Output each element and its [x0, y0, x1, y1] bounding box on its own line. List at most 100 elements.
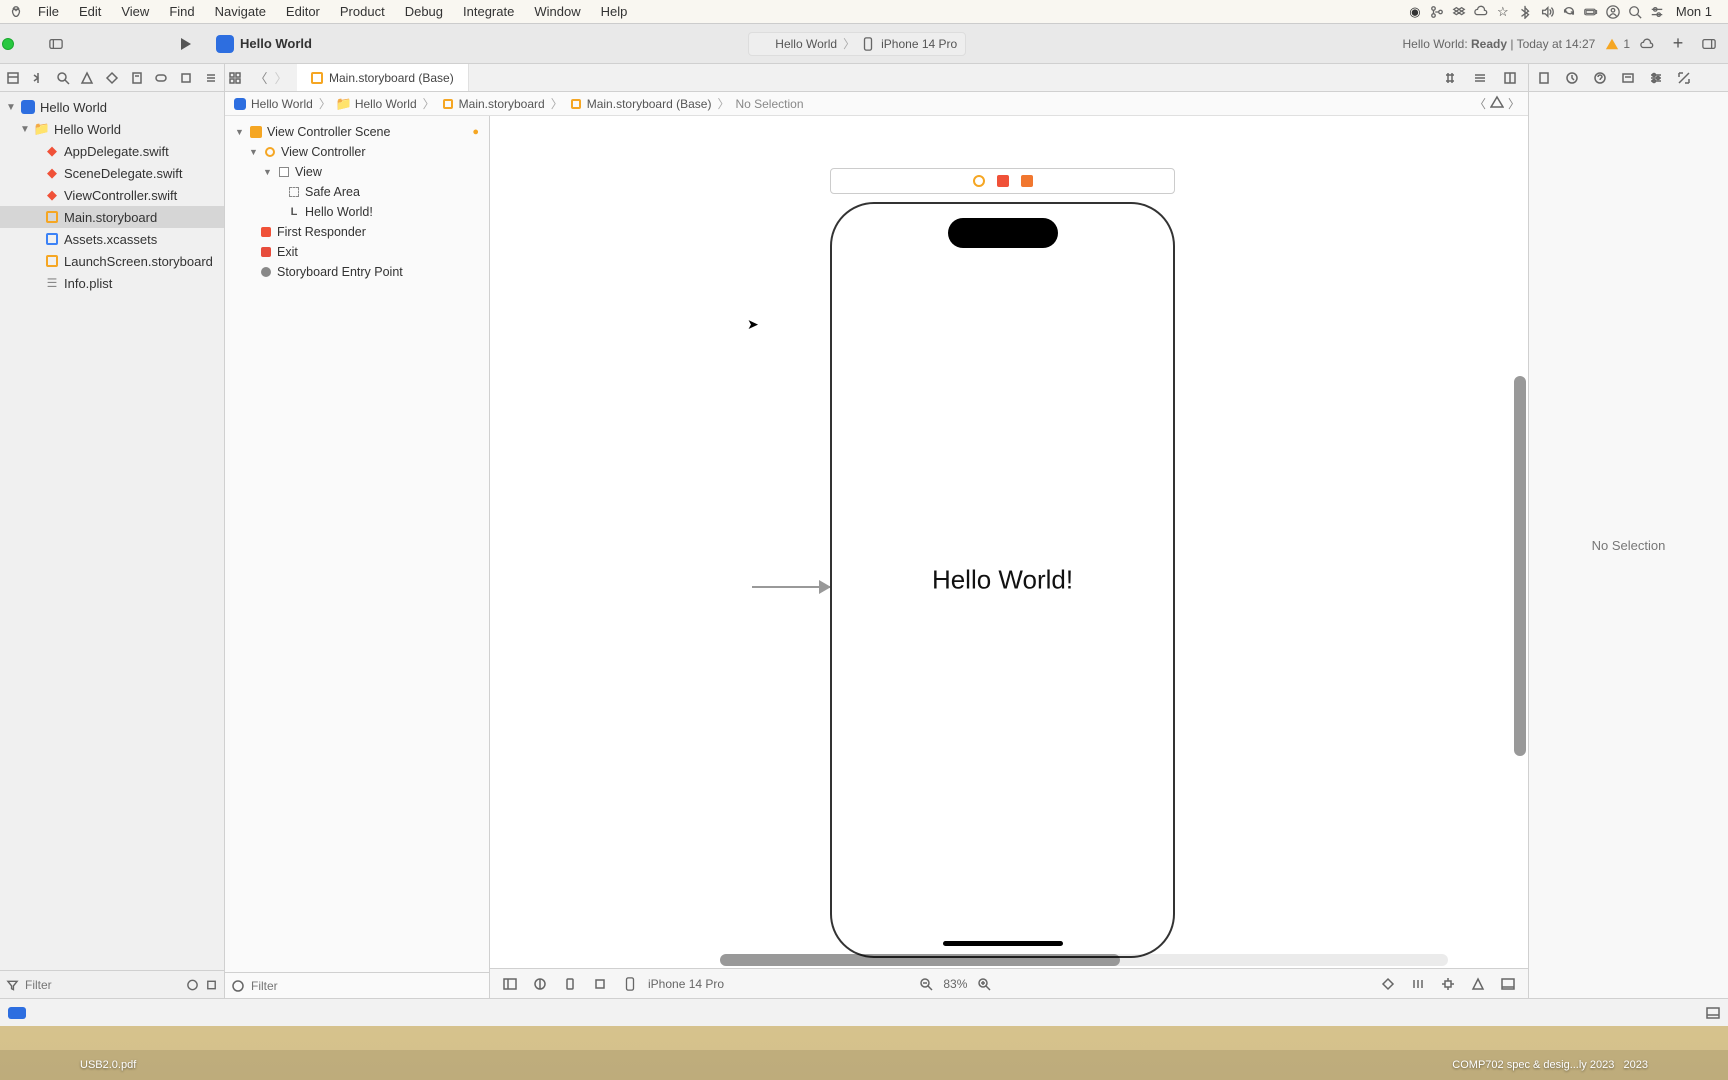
jumpbar-forward-icon[interactable]: 〉	[1508, 95, 1520, 112]
nav-file-mainstoryboard[interactable]: Main.storyboard	[0, 206, 224, 228]
crumb-group[interactable]: Hello World	[355, 97, 417, 111]
dock-item-right1[interactable]: COMP702 spec & desig...ly 2023	[1452, 1059, 1614, 1071]
nav-file-assets[interactable]: Assets.xcassets	[0, 228, 224, 250]
toggle-debug-icon[interactable]	[1706, 1006, 1720, 1020]
toggle-minimap-icon[interactable]	[1438, 71, 1462, 85]
scene-dock[interactable]	[830, 168, 1175, 194]
dock-item-right2[interactable]: 2023	[1624, 1059, 1648, 1071]
menu-file[interactable]: File	[28, 4, 69, 19]
storyboard-canvas[interactable]: Hello World! ➤	[490, 116, 1528, 968]
nav-file-infoplist[interactable]: ☰Info.plist	[0, 272, 224, 294]
nav-test-icon[interactable]	[127, 71, 146, 85]
add-editor-icon[interactable]	[1498, 71, 1522, 85]
window-zoom-button[interactable]	[2, 38, 14, 50]
uilabel-hello[interactable]: Hello World!	[832, 565, 1173, 596]
outline-scene[interactable]: ▼View Controller Scene●	[225, 122, 489, 142]
nav-report-icon[interactable]	[201, 71, 220, 85]
appearance-icon[interactable]	[528, 977, 552, 991]
scm-icon[interactable]	[205, 978, 218, 992]
nav-issue-icon[interactable]	[103, 71, 122, 85]
horizontal-scrollbar[interactable]	[720, 954, 1448, 966]
resolve-icon[interactable]	[1466, 977, 1490, 991]
warnings-badge[interactable]: 1	[1605, 37, 1630, 51]
nav-symbol-icon[interactable]	[53, 71, 72, 85]
nav-back-button[interactable]: 〈	[251, 68, 271, 87]
menu-editor[interactable]: Editor	[276, 4, 330, 19]
status-volume-icon[interactable]	[1536, 5, 1558, 19]
crumb-storyboard[interactable]: Main.storyboard	[459, 97, 545, 111]
outline-safearea[interactable]: Safe Area	[225, 182, 489, 202]
scenedock-vc-icon[interactable]	[973, 175, 985, 187]
outline-view[interactable]: ▼View	[225, 162, 489, 182]
scheme-selector[interactable]: Hello World 〉 iPhone 14 Pro	[748, 32, 966, 56]
nav-debug-icon[interactable]	[152, 71, 171, 85]
menubar-clock[interactable]: Mon 1	[1668, 4, 1720, 19]
apple-menu-icon[interactable]	[8, 5, 24, 19]
menu-window[interactable]: Window	[524, 4, 590, 19]
nav-forward-button[interactable]: 〉	[271, 68, 291, 87]
menu-view[interactable]: View	[111, 4, 159, 19]
nav-group[interactable]: ▼ 📁 Hello World	[0, 118, 224, 140]
nav-breakpoint-icon[interactable]	[177, 71, 196, 85]
add-button[interactable]: +	[1664, 33, 1692, 54]
scenedock-exit-icon[interactable]	[1021, 175, 1033, 187]
menu-integrate[interactable]: Integrate	[453, 4, 524, 19]
toggle-outline-icon[interactable]	[498, 977, 522, 991]
tab-main-storyboard[interactable]: Main.storyboard (Base)	[297, 64, 469, 91]
status-dropbox-icon[interactable]	[1448, 5, 1470, 19]
recent-icon[interactable]	[186, 978, 199, 992]
jump-bar[interactable]: Hello World 〉 📁 Hello World 〉 Main.story…	[225, 92, 1528, 116]
jumpbar-warning-icon[interactable]	[1490, 95, 1504, 109]
nav-file-appdelegate[interactable]: ◆AppDelegate.swift	[0, 140, 224, 162]
status-refresh-icon[interactable]	[1558, 5, 1580, 19]
zoom-level[interactable]: 83%	[943, 977, 967, 991]
nav-project-root[interactable]: ▼ Hello World	[0, 96, 224, 118]
insp-history-icon[interactable]	[1561, 71, 1583, 85]
menu-product[interactable]: Product	[330, 4, 395, 19]
pin-icon[interactable]	[1436, 977, 1460, 991]
menu-help[interactable]: Help	[591, 4, 638, 19]
dock-item-left[interactable]: USB2.0.pdf	[80, 1059, 136, 1071]
nav-project-icon[interactable]	[4, 71, 23, 85]
nav-file-viewcontroller[interactable]: ◆ViewController.swift	[0, 184, 224, 206]
insp-help-icon[interactable]	[1589, 71, 1611, 85]
nav-file-launchscreen[interactable]: LaunchScreen.storyboard	[0, 250, 224, 272]
outline-firstresponder[interactable]: First Responder	[225, 222, 489, 242]
embed-icon[interactable]	[1376, 977, 1400, 991]
orientation-icon[interactable]	[558, 977, 582, 991]
menu-edit[interactable]: Edit	[69, 4, 111, 19]
nav-find-icon[interactable]	[78, 71, 97, 85]
status-branch-icon[interactable]	[1426, 5, 1448, 19]
device-frame[interactable]: Hello World!	[830, 202, 1175, 958]
insp-identity-icon[interactable]	[1617, 71, 1639, 85]
cloud-status-icon[interactable]	[1640, 37, 1654, 51]
crumb-project[interactable]: Hello World	[251, 97, 313, 111]
status-user-icon[interactable]	[1602, 5, 1624, 19]
status-record-icon[interactable]: ◉	[1404, 4, 1426, 20]
toggle-left-sidebar-button[interactable]	[36, 37, 76, 51]
canvas-device-label[interactable]: iPhone 14 Pro	[648, 977, 724, 991]
zoom-out-button[interactable]	[919, 977, 933, 991]
menu-navigate[interactable]: Navigate	[205, 4, 276, 19]
nav-file-scenedelegate[interactable]: ◆SceneDelegate.swift	[0, 162, 224, 184]
outline-filter-input[interactable]	[251, 979, 483, 993]
entry-point-arrow[interactable]	[752, 586, 830, 588]
vertical-scrollbar[interactable]	[1514, 376, 1526, 756]
library-button[interactable]	[1702, 37, 1716, 51]
insp-attributes-icon[interactable]	[1645, 71, 1667, 85]
outline-label[interactable]: LHello World!	[225, 202, 489, 222]
outline-viewcontroller[interactable]: ▼View Controller	[225, 142, 489, 162]
outline-tree[interactable]: ▼View Controller Scene● ▼View Controller…	[225, 116, 489, 972]
menu-find[interactable]: Find	[159, 4, 204, 19]
debug-scope-icon[interactable]	[8, 1007, 26, 1019]
tab-related-icon[interactable]	[225, 71, 245, 85]
window-traffic-lights[interactable]	[0, 38, 36, 50]
jumpbar-back-icon[interactable]: 〈	[1474, 95, 1486, 112]
outline-exit[interactable]: Exit	[225, 242, 489, 262]
scenedock-fr-icon[interactable]	[997, 175, 1009, 187]
status-search-icon[interactable]	[1624, 5, 1646, 19]
status-star-icon[interactable]: ☆	[1492, 4, 1514, 20]
device-icon[interactable]	[618, 977, 642, 991]
navigator-filter-input[interactable]	[25, 978, 180, 992]
align-icon[interactable]	[1406, 977, 1430, 991]
